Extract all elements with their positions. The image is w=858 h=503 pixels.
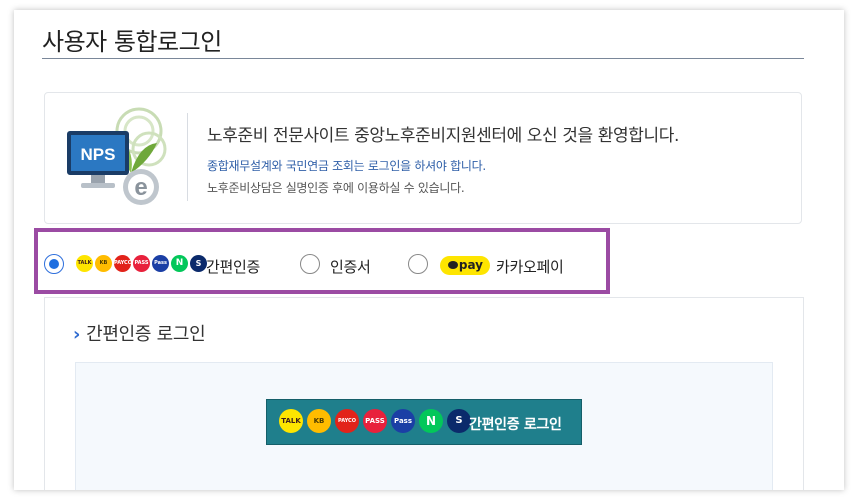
login-frame: 사용자 통합로그인 NPS e 노후준비 전문사이트 중앙노후준비지원센터에 오… xyxy=(14,10,844,490)
welcome-message: 노후준비 전문사이트 중앙노후준비지원센터에 오신 것을 환영합니다. xyxy=(207,126,679,146)
simple-login-button-label: 간편인증 로그인 xyxy=(469,417,562,433)
radio-certificate[interactable] xyxy=(300,254,320,274)
kakaopay-badge-text: pay xyxy=(458,258,483,272)
certificate-label[interactable]: 인증서 xyxy=(330,256,371,277)
kakao-talk-icon: TALK xyxy=(76,255,93,272)
chevron-right-icon: › xyxy=(73,324,81,345)
simple-auth-provider-icons: TALK KB PAYCO PASS Pass N S xyxy=(76,255,207,273)
section-title-text: 간편인증 로그인 xyxy=(86,324,206,345)
pass-icon: PASS xyxy=(363,409,387,433)
kakaopay-label[interactable]: 카카오페이 xyxy=(496,256,564,277)
naver-icon: N xyxy=(419,409,443,433)
payco-icon: PAYCO xyxy=(335,409,359,433)
naver-icon: N xyxy=(171,255,188,272)
shinhan-icon: S xyxy=(447,409,471,433)
kb-icon: KB xyxy=(307,409,331,433)
simple-login-panel: › 간편인증 로그인 TALK KB PAYCO PASS Pass N S 간편… xyxy=(44,297,804,490)
button-provider-icons: TALK KB PAYCO PASS Pass N S xyxy=(279,409,471,433)
welcome-box: NPS e 노후준비 전문사이트 중앙노후준비지원센터에 오신 것을 환영합니다… xyxy=(44,92,802,224)
login-method-selector: TALK KB PAYCO PASS Pass N S 간편인증 인증서 pay… xyxy=(34,228,610,294)
page-title: 사용자 통합로그인 xyxy=(42,28,222,56)
radio-simple-auth[interactable] xyxy=(44,254,64,274)
kb-icon: KB xyxy=(95,255,112,272)
login-required-notice: 종합재무설계와 국민연금 조회는 로그인을 하셔야 합니다. xyxy=(207,159,486,173)
samsung-pass-icon: Pass xyxy=(391,409,415,433)
simple-login-area: TALK KB PAYCO PASS Pass N S 간편인증 로그인 xyxy=(75,362,773,490)
radio-kakaopay[interactable] xyxy=(408,254,428,274)
simple-auth-label[interactable]: 간편인증 xyxy=(206,256,260,277)
nps-logo-text: NPS xyxy=(81,145,116,164)
pass-icon: PASS xyxy=(133,255,150,272)
welcome-divider xyxy=(187,113,188,201)
consultation-notice: 노후준비상담은 실명인증 후에 이용하실 수 있습니다. xyxy=(207,181,465,195)
shinhan-icon: S xyxy=(190,255,207,272)
simple-login-button[interactable]: TALK KB PAYCO PASS Pass N S 간편인증 로그인 xyxy=(266,399,582,445)
section-title: › 간편인증 로그인 xyxy=(73,320,206,346)
nps-monitor-logo-icon: NPS e xyxy=(67,107,167,205)
title-divider xyxy=(42,58,804,59)
kakaopay-badge-icon: pay xyxy=(440,256,490,275)
svg-text:e: e xyxy=(134,174,147,201)
speech-bubble-icon xyxy=(448,261,458,269)
payco-icon: PAYCO xyxy=(114,255,131,272)
kakao-talk-icon: TALK xyxy=(279,409,303,433)
samsung-pass-icon: Pass xyxy=(152,255,169,272)
